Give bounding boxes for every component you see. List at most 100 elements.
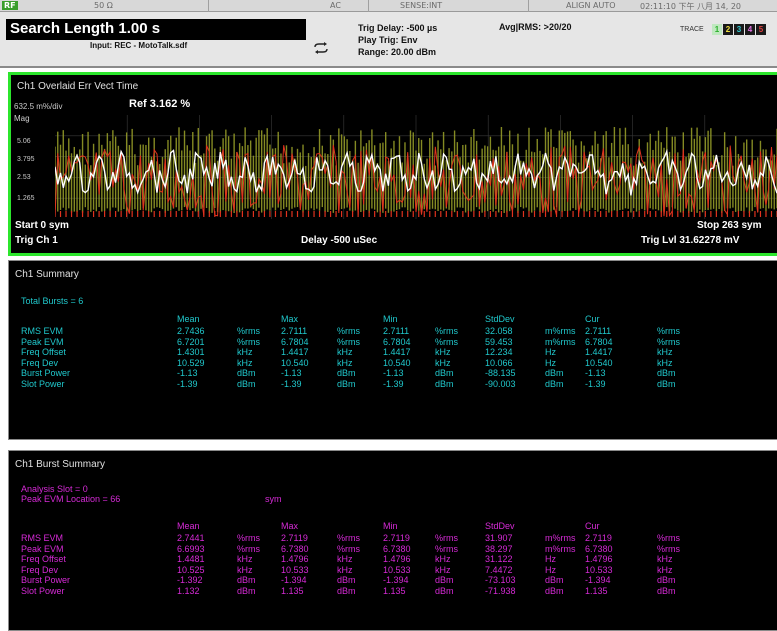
table-unit: kHz (337, 347, 353, 357)
table-value: 10.066 (485, 357, 513, 368)
y-tick: 2.53 (17, 174, 31, 181)
table-unit: kHz (237, 347, 253, 357)
trig-level: Trig Lvl 31.62278 mV (641, 235, 740, 246)
table-value: 2.7119 (585, 533, 612, 543)
table-value: 2.7111 (281, 326, 308, 336)
table-unit: kHz (657, 564, 673, 575)
table-value: 10.540 (585, 357, 613, 368)
table-value: -1.39 (281, 378, 302, 389)
column-header-min: Min (383, 521, 398, 531)
table-unit: %rms (657, 336, 680, 347)
rf-indicator: RF (2, 1, 18, 10)
row-label: Peak EVM (21, 543, 64, 554)
trace-3-toggle[interactable]: 3 (734, 24, 744, 35)
table-unit: kHz (237, 564, 253, 575)
table-unit: dBm (237, 378, 256, 389)
table-value: 10.533 (585, 564, 613, 575)
table-unit: %rms (337, 336, 360, 347)
table-unit: dBm (545, 575, 564, 585)
row-label: Slot Power (21, 378, 65, 389)
table-value: 2.7111 (585, 326, 612, 336)
trace-4-toggle[interactable]: 4 (745, 24, 755, 35)
table-value: -71.938 (485, 585, 516, 596)
table-unit: m%rms (545, 533, 576, 543)
table-value: -1.13 (177, 368, 198, 378)
input-source: Input: REC - MotoTalk.sdf (90, 41, 188, 50)
table-unit: %rms (237, 336, 260, 347)
column-header-stddev: StdDev (485, 521, 515, 531)
table-value: -1.394 (383, 575, 409, 585)
burst-summary-title: Ch1 Burst Summary (15, 459, 106, 470)
total-bursts: Total Bursts = 6 (21, 296, 84, 306)
table-value: 10.540 (383, 357, 411, 368)
table-value: 31.907 (485, 533, 513, 543)
table-value: -88.135 (485, 368, 516, 378)
measurement-header: Search Length 1.00 s Input: REC - MotoTa… (0, 12, 777, 68)
evm-trace-plot[interactable] (55, 115, 777, 219)
burst-summary-window[interactable]: Ch1 Burst Summary Analysis Slot = 0 Peak… (8, 450, 777, 631)
table-value: 1.135 (585, 585, 608, 596)
table-unit: kHz (435, 357, 451, 368)
table-value: -1.39 (383, 378, 404, 389)
table-value: -1.13 (383, 368, 404, 378)
table-unit: %rms (237, 543, 260, 554)
sym-label: sym (265, 494, 282, 504)
table-unit: kHz (237, 554, 253, 564)
table-unit: %rms (657, 326, 680, 336)
table-value: -1.13 (585, 368, 606, 378)
evm-time-window[interactable]: Ch1 Overlaid Err Vect Time 632.5 m%/div … (8, 72, 777, 256)
table-value: 1.4481 (177, 554, 205, 564)
table-unit: dBm (237, 575, 256, 585)
table-unit: %rms (435, 543, 458, 554)
table-value: 1.4417 (585, 347, 613, 357)
column-header-mean: Mean (177, 314, 200, 324)
table-unit: kHz (337, 564, 353, 575)
table-value: 1.4301 (177, 347, 205, 357)
trace-1-toggle[interactable]: 1 (712, 24, 722, 35)
trace-2-toggle[interactable]: 2 (723, 24, 733, 35)
table-value: 2.7119 (383, 533, 410, 543)
table-value: 2.7119 (281, 533, 308, 543)
table-value: 2.7441 (177, 533, 205, 543)
table-unit: m%rms (545, 336, 576, 347)
datetime: 02:11:10 下午 八月 14, 20 (640, 2, 742, 11)
table-value: 6.7380 (585, 543, 613, 554)
scale-per-div: 632.5 m%/div (14, 102, 63, 111)
table-unit: dBm (435, 575, 454, 585)
table-unit: dBm (657, 368, 676, 378)
trace-label: TRACE (680, 26, 704, 33)
table-value: -1.392 (177, 575, 203, 585)
table-unit: dBm (435, 378, 454, 389)
table-value: -1.13 (281, 368, 302, 378)
trace-selector[interactable]: 12345 (712, 24, 766, 35)
table-value: 1.4796 (585, 554, 613, 564)
table-value: 59.453 (485, 336, 513, 347)
table-value: 6.7804 (585, 336, 613, 347)
table-unit: dBm (657, 575, 676, 585)
search-length-title[interactable]: Search Length 1.00 s (6, 19, 306, 40)
start-sym: Start 0 sym (15, 220, 69, 231)
play-trig: Play Trig: Env (358, 35, 418, 45)
loop-icon[interactable] (312, 42, 330, 54)
graph-title: Ch1 Overlaid Err Vect Time (17, 81, 139, 92)
column-header-mean: Mean (177, 521, 200, 531)
table-value: 1.4796 (383, 554, 411, 564)
table-unit: %rms (337, 533, 360, 543)
table-value: 32.058 (485, 326, 513, 336)
table-unit: dBm (337, 585, 356, 596)
column-header-min: Min (383, 314, 398, 324)
table-unit: %rms (237, 533, 260, 543)
trace-5-toggle[interactable]: 5 (756, 24, 766, 35)
stop-sym: Stop 263 sym (697, 220, 762, 231)
summary-window[interactable]: Ch1 Summary Total Bursts = 6 Mean Max Min S… (8, 260, 777, 440)
row-label: Burst Power (21, 368, 71, 378)
table-value: 6.7804 (383, 336, 411, 347)
table-value: -73.103 (485, 575, 516, 585)
row-label: Peak EVM (21, 336, 64, 347)
row-label: Freq Offset (21, 347, 66, 357)
table-value: 2.7111 (383, 326, 410, 336)
table-unit: dBm (545, 368, 564, 378)
row-label: Burst Power (21, 575, 71, 585)
avg-rms: Avg|RMS: >20/20 (499, 22, 572, 32)
y-tick: 1.265 (17, 195, 35, 202)
